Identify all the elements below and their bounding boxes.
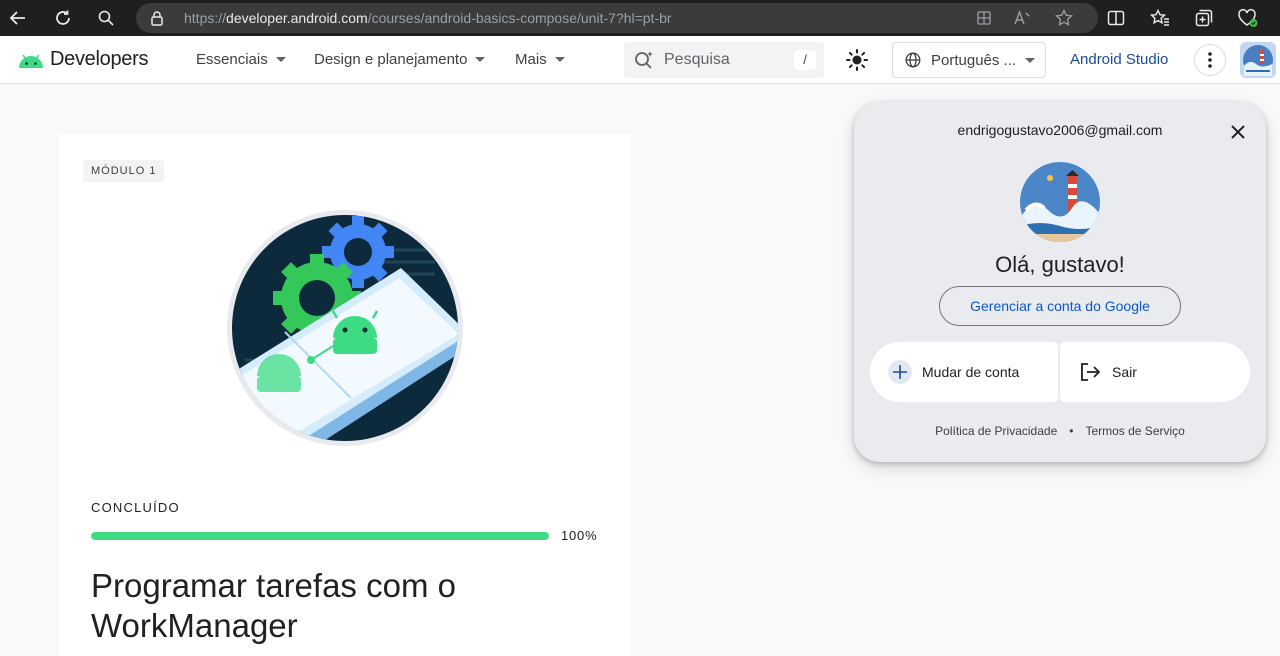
- lighthouse-avatar-icon: [1243, 45, 1273, 76]
- module-title: Programar tarefas com o WorkManager: [91, 567, 456, 644]
- collections-icon[interactable]: [1192, 6, 1216, 30]
- switch-account-button[interactable]: Mudar de conta: [870, 342, 1058, 402]
- account-actions: Mudar de conta Sair: [870, 342, 1250, 402]
- caret-down-icon: [554, 57, 565, 62]
- account-email: endrigogustavo2006@gmail.com: [957, 122, 1163, 138]
- site-search-input[interactable]: Pesquisa /: [624, 42, 824, 78]
- search-placeholder: Pesquisa: [664, 51, 730, 68]
- account-avatar[interactable]: [1020, 162, 1100, 242]
- caret-down-icon: [275, 57, 286, 62]
- language-label: Português ...: [931, 52, 1017, 69]
- caret-down-icon: [475, 57, 486, 62]
- greeting: Olá, gustavo!: [995, 252, 1125, 277]
- lighthouse-avatar-icon: [1020, 162, 1100, 242]
- search-shortcut-key: /: [794, 50, 816, 70]
- sign-out-label: Sair: [1112, 364, 1137, 380]
- terms-of-service-link[interactable]: Termos de Serviço: [1085, 424, 1184, 438]
- account-popup: endrigogustavo2006@gmail.com Olá, gustav…: [854, 102, 1266, 462]
- completion-status: CONCLUÍDO: [91, 500, 180, 515]
- favorite-star-icon[interactable]: [1054, 8, 1074, 28]
- separator-dot: •: [1069, 424, 1074, 438]
- account-avatar-button[interactable]: [1240, 42, 1276, 78]
- site-header: Developers Essenciais Design e planejame…: [0, 36, 1280, 84]
- module-card: MÓDULO 1 CONCLUÍDO 100% Programar tarefa…: [59, 134, 631, 656]
- legal-links: Política de Privacidade • Termos de Serviç…: [854, 424, 1266, 438]
- address-bar[interactable]: https://developer.android.com/courses/an…: [136, 3, 1098, 33]
- refresh-icon[interactable]: [51, 6, 75, 30]
- progress-bar: [91, 532, 549, 540]
- module-badge: MÓDULO 1: [83, 160, 165, 182]
- app-grid-icon[interactable]: [974, 8, 994, 28]
- privacy-policy-link[interactable]: Política de Privacidade: [935, 424, 1057, 438]
- language-select[interactable]: Português ...: [892, 42, 1046, 78]
- progress-fill: [91, 532, 549, 540]
- browser-toolbar: https://developer.android.com/courses/an…: [0, 0, 1280, 36]
- android-logo-icon: [19, 54, 43, 68]
- logo-text: Developers: [50, 48, 149, 70]
- sign-out-icon: [1078, 360, 1102, 384]
- developers-logo[interactable]: Developers: [18, 48, 148, 71]
- android-studio-link[interactable]: Android Studio: [1070, 51, 1168, 68]
- search-icon[interactable]: [94, 6, 118, 30]
- nav-design[interactable]: Design e planejamento: [314, 51, 486, 68]
- favorites-icon[interactable]: [1148, 6, 1172, 30]
- theme-toggle-sun-icon[interactable]: [845, 48, 869, 72]
- back-icon[interactable]: [6, 6, 30, 30]
- nav-essenciais[interactable]: Essenciais: [196, 51, 286, 68]
- more-options-icon[interactable]: [1194, 44, 1226, 76]
- split-screen-icon[interactable]: [1104, 6, 1128, 30]
- plus-icon: [888, 360, 912, 384]
- close-icon[interactable]: [1226, 120, 1250, 144]
- caret-down-icon: [1025, 58, 1035, 63]
- url-text: https://developer.android.com/courses/an…: [184, 10, 672, 26]
- browser-essentials-icon[interactable]: [1236, 6, 1260, 30]
- switch-account-label: Mudar de conta: [922, 364, 1020, 380]
- ai-search-icon: [634, 50, 656, 75]
- globe-icon: [905, 52, 921, 73]
- nav-mais[interactable]: Mais: [515, 51, 565, 68]
- read-aloud-icon[interactable]: [1012, 8, 1032, 28]
- sign-out-button[interactable]: Sair: [1060, 342, 1250, 402]
- lock-icon[interactable]: [150, 10, 164, 31]
- manage-account-button[interactable]: Gerenciar a conta do Google: [939, 286, 1181, 326]
- workmanager-illustration: [227, 210, 463, 446]
- progress-percent: 100%: [561, 528, 598, 543]
